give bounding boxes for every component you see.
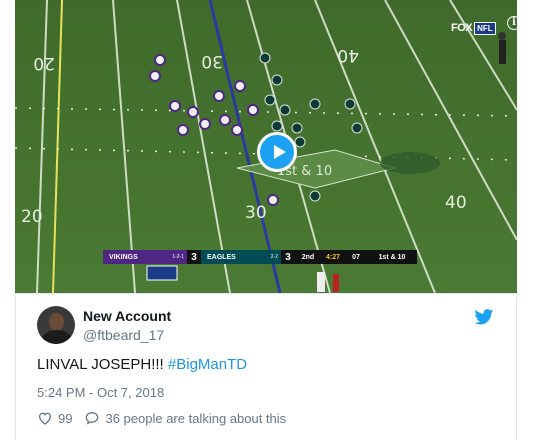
down-and-distance: 1st & 10 — [367, 250, 417, 264]
talking-about-link[interactable]: 36 people are talking about this — [105, 411, 286, 426]
timestamp[interactable]: 5:24 PM - Oct 7, 2018 — [37, 385, 164, 400]
twitter-bird-icon[interactable] — [474, 309, 494, 325]
fox-logo: FOX — [451, 22, 473, 34]
info-icon[interactable]: i — [507, 16, 517, 30]
nfl-logo: NFL — [474, 21, 496, 35]
tweet-actions: 99 36 people are talking about this — [37, 410, 286, 426]
home-team-name: EAGLES — [207, 253, 236, 261]
home-team-record: 2-2 — [270, 254, 278, 260]
speech-bubble-icon[interactable] — [84, 410, 100, 426]
play-button[interactable] — [257, 132, 297, 172]
scorebug-home: EAGLES 2-2 — [201, 250, 281, 264]
yard-number: 20 — [33, 53, 55, 73]
yard-number: 30 — [245, 203, 267, 223]
home-team-score: 3 — [281, 250, 295, 264]
scorebug: VIKINGS 1-2-1 3 EAGLES 2-2 3 2nd 4:27 07… — [103, 250, 417, 264]
away-team-record: 1-2-1 — [172, 254, 184, 260]
tweet-text: LINVAL JOSEPH!!! #BigManTD — [37, 356, 247, 373]
quarter: 2nd — [295, 250, 321, 264]
scorebug-away: VIKINGS 1-2-1 — [103, 250, 187, 264]
avatar[interactable] — [37, 306, 75, 344]
heart-icon[interactable] — [37, 410, 53, 426]
away-team-score: 3 — [187, 250, 201, 264]
away-team-name: VIKINGS — [109, 253, 138, 261]
hashtag-link[interactable]: #BigManTD — [168, 356, 247, 373]
play-clock: 07 — [345, 250, 367, 264]
yard-number: 40 — [445, 193, 467, 213]
like-count[interactable]: 99 — [58, 411, 72, 426]
yard-number: 30 — [201, 51, 223, 71]
tweet-media-video[interactable]: 20 30 40 40 30 20 1st & 10 FOX NFL i VIK… — [15, 0, 517, 294]
yard-number: 40 — [337, 45, 359, 65]
yard-number: 20 — [21, 207, 43, 227]
nfl-field-logo — [146, 265, 178, 281]
display-name[interactable]: New Account — [83, 308, 171, 324]
broadcaster-bug: FOX NFL — [451, 20, 496, 36]
user-handle[interactable]: @ftbeard_17 — [83, 327, 164, 343]
game-clock: 4:27 — [321, 250, 345, 264]
tweet-text-plain: LINVAL JOSEPH!!! — [37, 356, 168, 373]
